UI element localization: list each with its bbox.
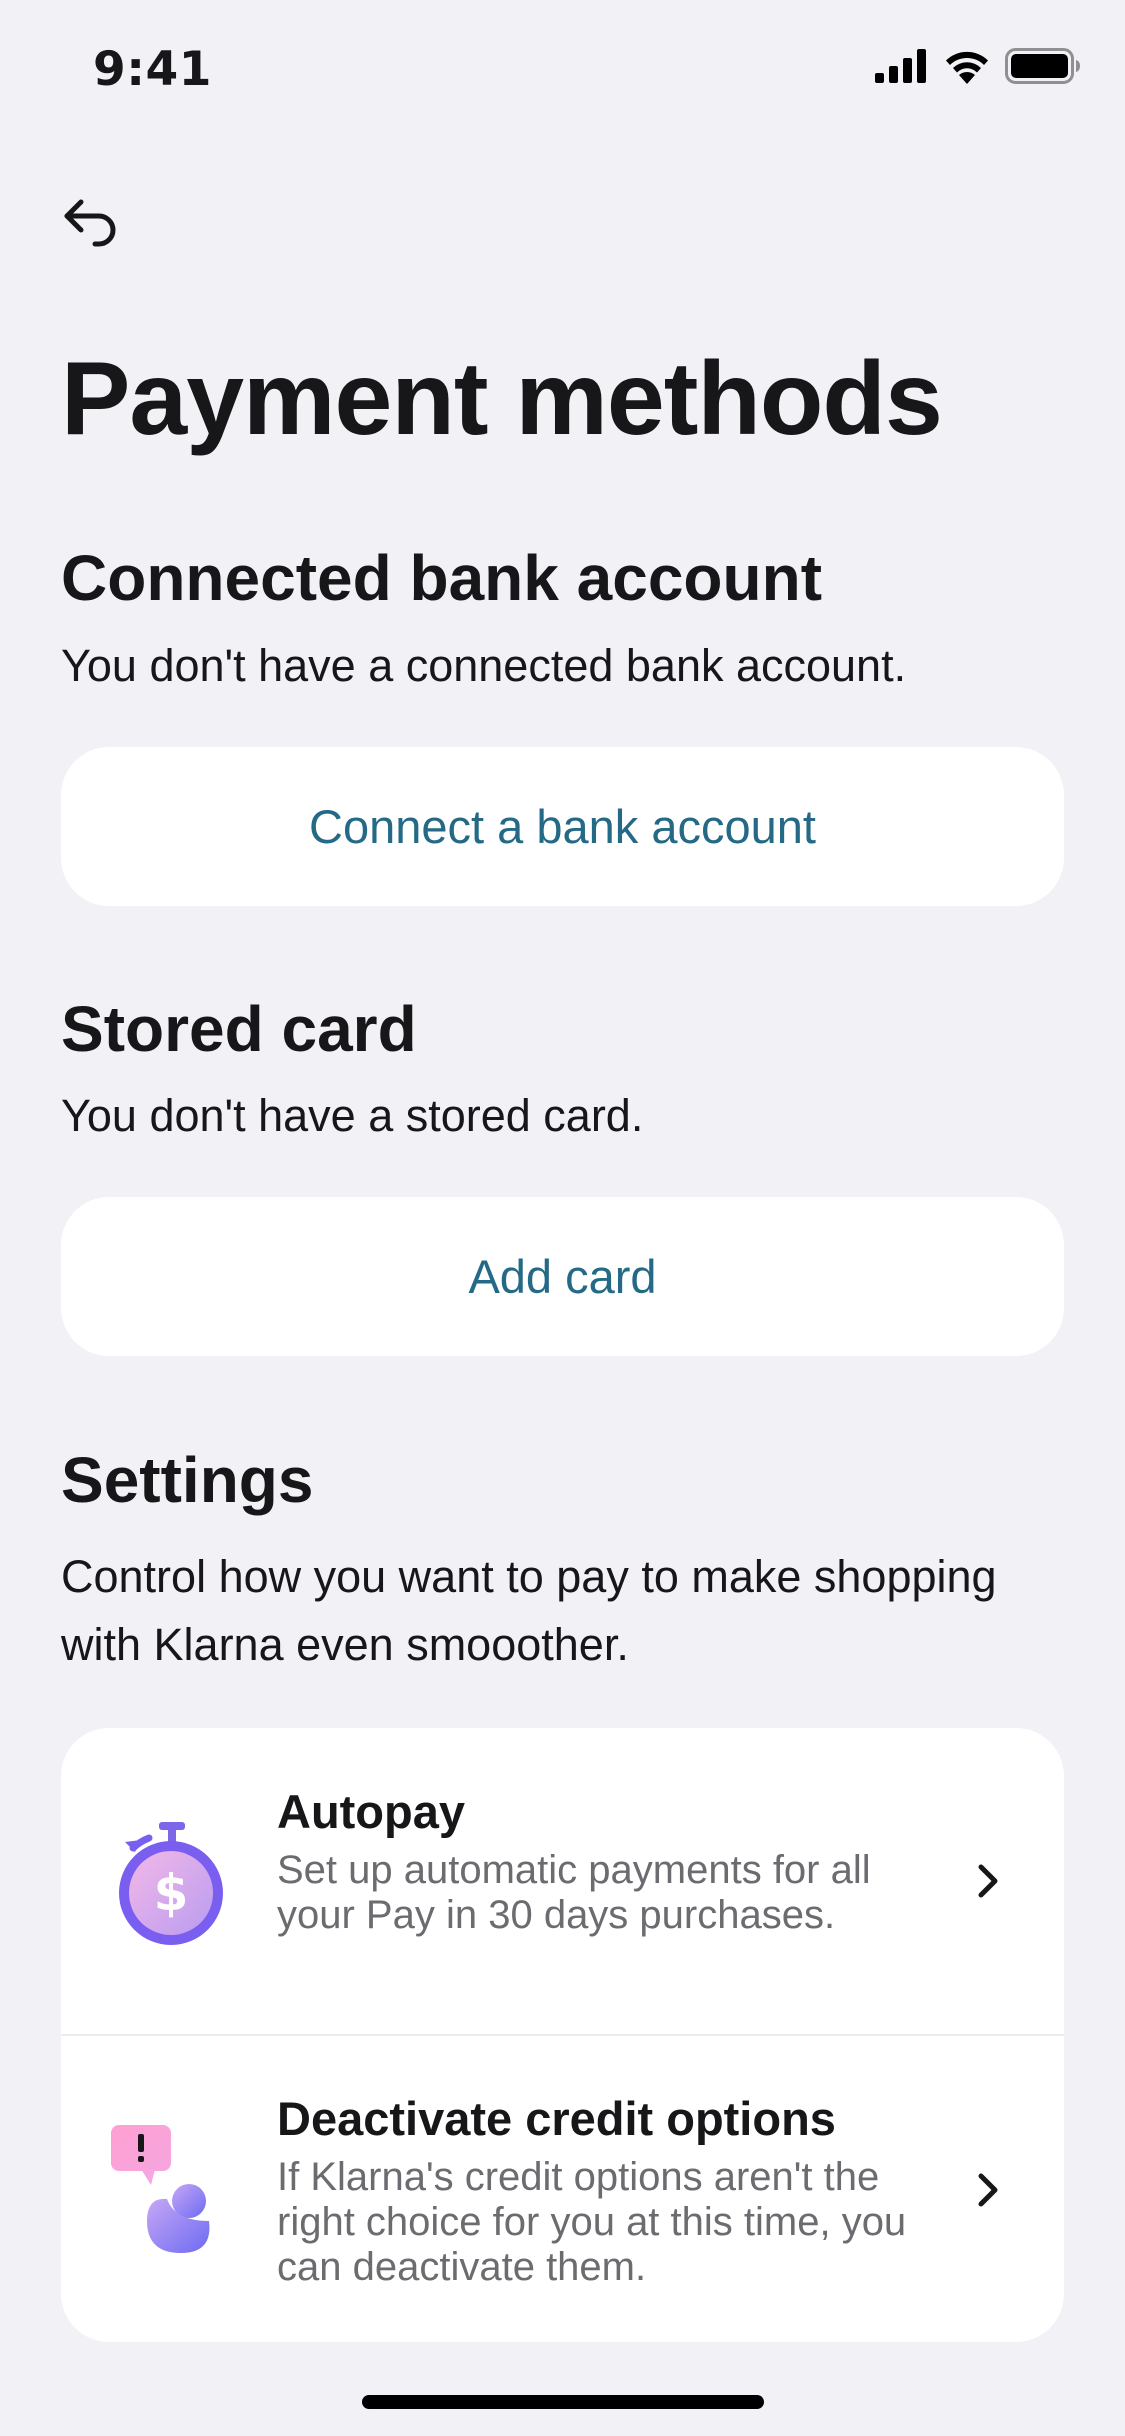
- card-section-heading: Stored card: [61, 993, 417, 1065]
- deactivate-credit-title: Deactivate credit options: [277, 2092, 836, 2145]
- stopwatch-dollar-icon: $: [119, 1822, 223, 1945]
- autopay-row[interactable]: $ Autopay Set up automatic payments for …: [61, 1728, 1064, 2036]
- settings-section-heading: Settings: [61, 1444, 314, 1516]
- deactivate-credit-row[interactable]: Deactivate credit options If Klarna's cr…: [61, 2035, 1064, 2342]
- battery-icon: [1005, 48, 1080, 84]
- svg-text:$: $: [154, 1864, 189, 1922]
- bank-section-description: You don't have a connected bank account.: [61, 640, 907, 691]
- home-indicator[interactable]: [362, 2395, 764, 2409]
- settings-card: $ Autopay Set up automatic payments for …: [61, 1728, 1064, 2342]
- chevron-right-icon: [978, 1864, 998, 1898]
- chevron-right-icon: [978, 2173, 998, 2207]
- status-icons: [875, 48, 1081, 84]
- autopay-description: Set up automatic payments for all your P…: [277, 1848, 871, 1937]
- card-section-description: You don't have a stored card.: [61, 1090, 644, 1141]
- add-card-button[interactable]: Add card: [61, 1197, 1064, 1356]
- connect-bank-account-button[interactable]: Connect a bank account: [61, 747, 1064, 906]
- bank-section-heading: Connected bank account: [61, 542, 822, 614]
- status-time: 9:41: [93, 42, 212, 97]
- person-alert-icon: [111, 2125, 210, 2253]
- status-bar: 9:41: [0, 0, 1125, 140]
- wifi-icon: [946, 51, 988, 84]
- back-arrow-icon: [64, 199, 116, 247]
- deactivate-credit-description: If Klarna's credit options aren't the ri…: [277, 2155, 907, 2289]
- settings-section-description: Control how you want to pay to make shop…: [61, 1551, 997, 1670]
- page-title: Payment methods: [61, 341, 943, 457]
- back-button[interactable]: [56, 188, 126, 258]
- cellular-signal-icon: [875, 49, 926, 83]
- autopay-title: Autopay: [277, 1785, 465, 1838]
